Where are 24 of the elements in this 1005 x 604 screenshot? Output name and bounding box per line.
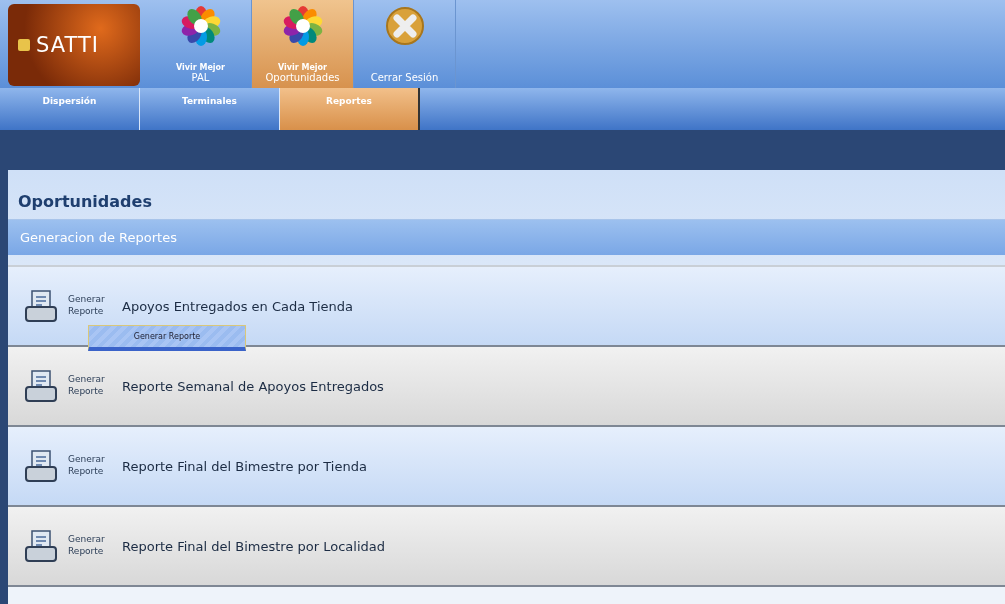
printer-icon[interactable] <box>24 289 58 323</box>
nav-button[interactable]: Cerrar Sesión <box>354 0 456 88</box>
generate-report-link[interactable]: Generar Reporte <box>68 454 116 478</box>
report-title: Reporte Semanal de Apoyos Entregados <box>122 378 384 394</box>
generate-report-link[interactable]: Generar Reporte <box>68 374 116 398</box>
printer-icon[interactable] <box>24 529 58 563</box>
report-title: Reporte Final del Bimestre por Localidad <box>122 538 386 554</box>
printer-icon[interactable] <box>24 369 58 403</box>
report-title: Reporte Final del Bimestre por Tienda <box>122 458 367 474</box>
nav-button[interactable]: Vivir Mejor Oportunidades <box>252 0 354 88</box>
section-header: Generacion de Reportes <box>8 220 1005 255</box>
close-icon <box>384 6 425 46</box>
generate-report-link[interactable]: Generar Reporte <box>68 534 116 558</box>
printer-icon[interactable] <box>24 449 58 483</box>
generate-report-link[interactable]: Generar Reporte <box>68 294 116 318</box>
brand-name: SATTI <box>36 33 99 57</box>
chip-icon <box>18 39 30 51</box>
flower-logo-icon <box>180 6 221 46</box>
flower-logo-icon <box>282 6 323 46</box>
logo-caption: Vivir Mejor <box>175 63 226 72</box>
tab[interactable]: Reportes <box>280 88 420 130</box>
report-title: Apoyos Entregados en Cada Tienda <box>122 298 353 314</box>
tooltip: Generar Reporte <box>88 325 246 351</box>
logo-caption: Vivir Mejor <box>277 63 328 72</box>
